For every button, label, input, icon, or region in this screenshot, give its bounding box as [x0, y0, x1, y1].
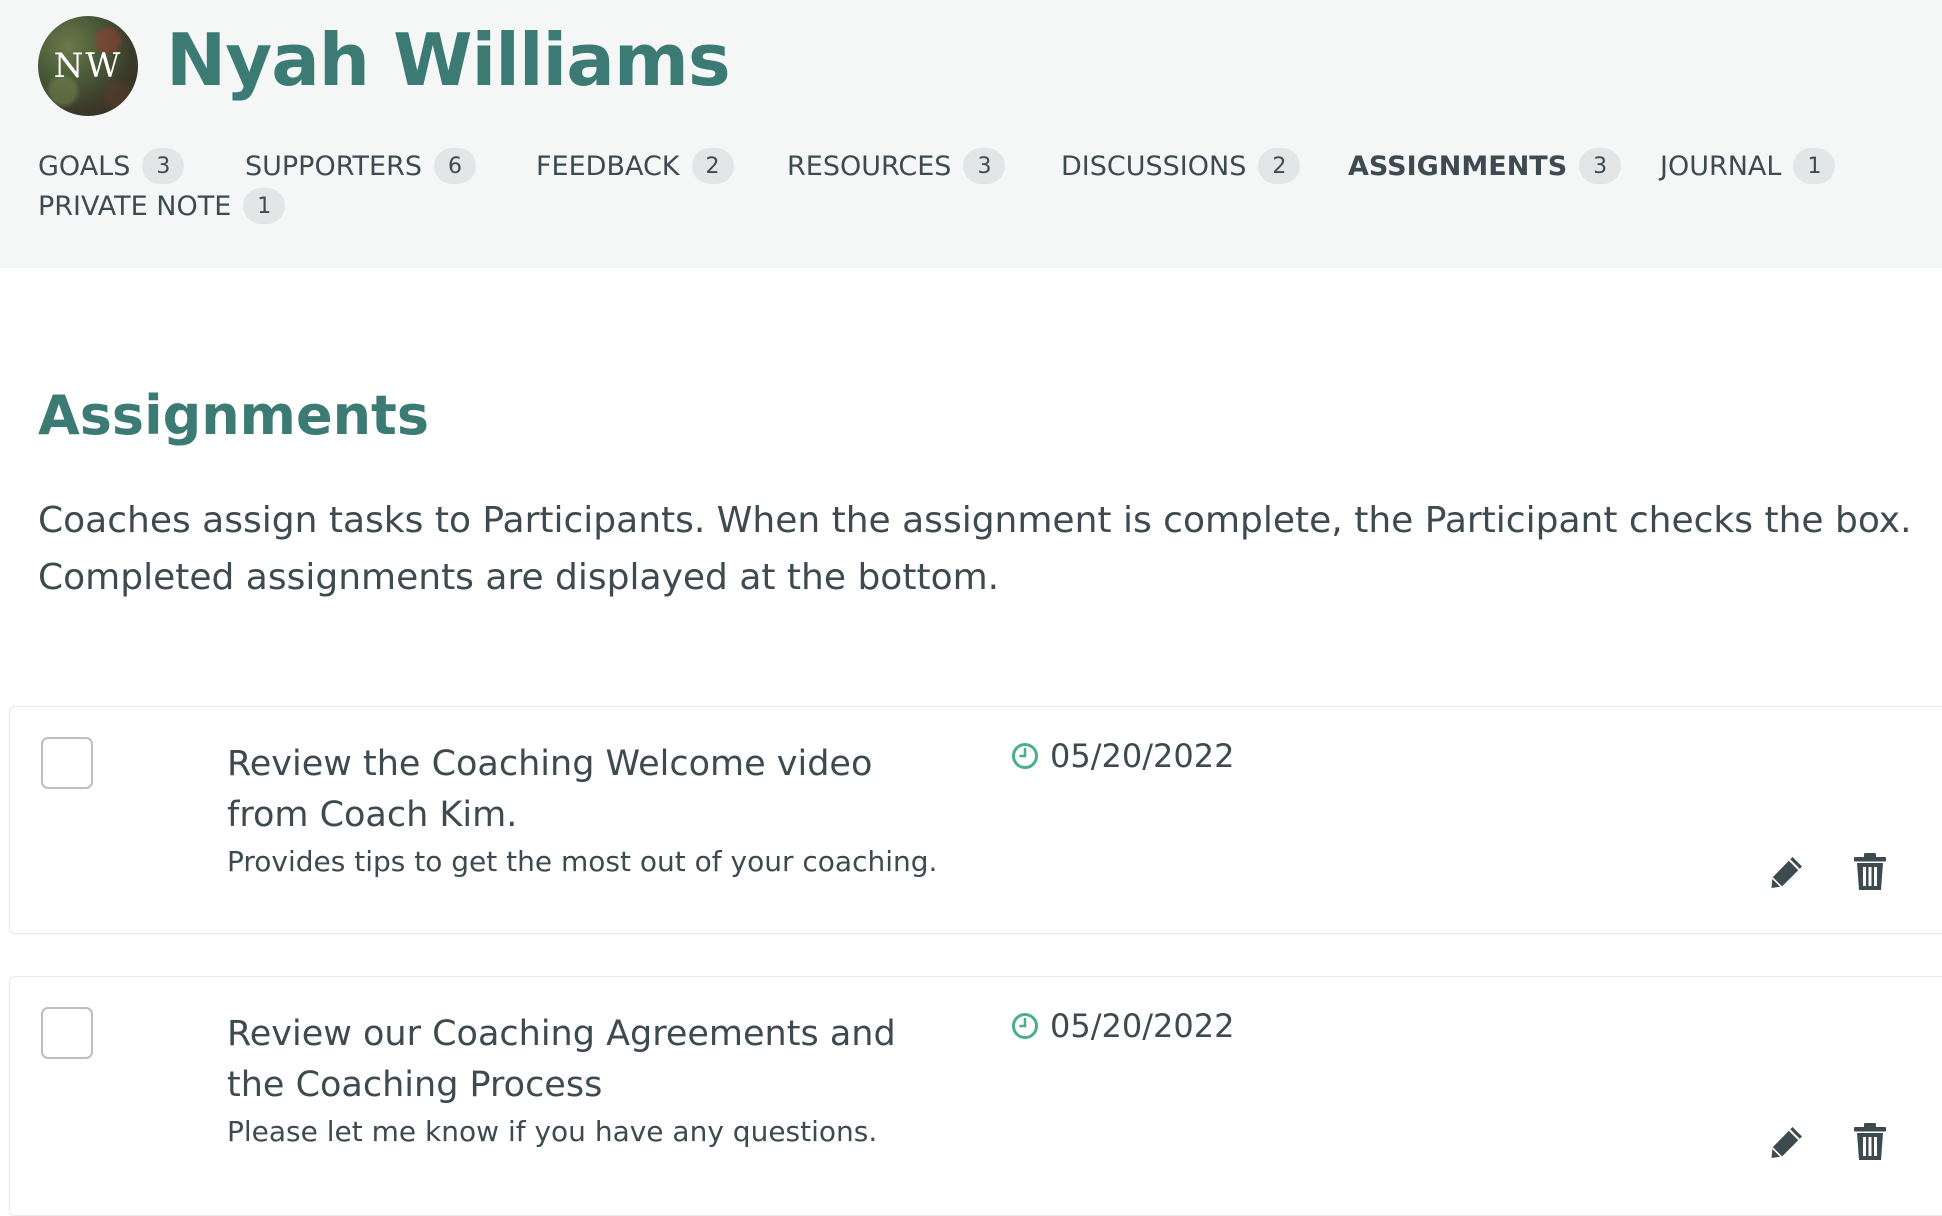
- tab-label: SUPPORTERS: [245, 150, 422, 182]
- tab-resources[interactable]: RESOURCES 3: [787, 146, 1006, 186]
- tab-discussions[interactable]: DISCUSSIONS 2: [1061, 146, 1301, 186]
- count-badge: 6: [433, 148, 476, 184]
- due-date: 05/20/2022: [1010, 1007, 1234, 1045]
- clock-icon: [1010, 1011, 1040, 1041]
- tab-label: GOALS: [38, 150, 131, 182]
- trash-icon[interactable]: [1849, 1121, 1891, 1163]
- page-title: Assignments: [38, 384, 429, 447]
- tab-journal[interactable]: JOURNAL 1: [1660, 146, 1836, 186]
- pencil-icon[interactable]: [1766, 1121, 1808, 1163]
- tabs-row-2: PRIVATE NOTE 1: [38, 186, 1918, 226]
- section-tabs: GOALS 3 SUPPORTERS 6 FEEDBACK 2 RESOURCE…: [38, 146, 1918, 226]
- tab-label: FEEDBACK: [536, 150, 680, 182]
- tab-goals[interactable]: GOALS 3: [38, 146, 185, 186]
- due-date: 05/20/2022: [1010, 737, 1234, 775]
- trash-icon[interactable]: [1849, 851, 1891, 893]
- avatar-initials: NW: [53, 46, 123, 86]
- tab-label: DISCUSSIONS: [1061, 150, 1247, 182]
- count-badge: 1: [243, 188, 286, 224]
- count-badge: 1: [1793, 148, 1836, 184]
- count-badge: 3: [142, 148, 185, 184]
- count-badge: 2: [691, 148, 734, 184]
- count-badge: 3: [963, 148, 1006, 184]
- due-date-text: 05/20/2022: [1050, 1007, 1235, 1045]
- assignment-title: Review our Coaching Agreements and the C…: [227, 1014, 896, 1105]
- complete-checkbox[interactable]: [41, 737, 93, 789]
- due-date-text: 05/20/2022: [1050, 737, 1235, 775]
- count-badge: 2: [1258, 148, 1301, 184]
- tabs-row-1: GOALS 3 SUPPORTERS 6 FEEDBACK 2 RESOURCE…: [38, 146, 1918, 186]
- participant-name: Nyah Williams: [166, 18, 731, 102]
- assignment-description: Provides tips to get the most out of you…: [227, 845, 938, 878]
- tab-label: ASSIGNMENTS: [1348, 150, 1568, 182]
- pencil-icon[interactable]: [1766, 851, 1808, 893]
- clock-icon: [1010, 741, 1040, 771]
- assignment-title: Review the Coaching Welcome video from C…: [227, 744, 873, 835]
- assignment-description: Please let me know if you have any quest…: [227, 1115, 878, 1148]
- profile-header: NW Nyah Williams GOALS 3 SUPPORTERS 6 FE…: [0, 0, 1942, 268]
- tab-private-note[interactable]: PRIVATE NOTE 1: [38, 186, 286, 226]
- page-description: Coaches assign tasks to Participants. Wh…: [38, 500, 1912, 598]
- tab-feedback[interactable]: FEEDBACK 2: [536, 146, 734, 186]
- avatar[interactable]: NW: [38, 16, 138, 116]
- tab-assignments[interactable]: ASSIGNMENTS 3: [1348, 146, 1622, 186]
- count-badge: 3: [1579, 148, 1622, 184]
- tab-supporters[interactable]: SUPPORTERS 6: [245, 146, 476, 186]
- tab-label: JOURNAL: [1660, 150, 1782, 182]
- tab-label: PRIVATE NOTE: [38, 190, 232, 222]
- tab-label: RESOURCES: [787, 150, 952, 182]
- assignment-card: Review the Coaching Welcome video from C…: [9, 706, 1942, 934]
- assignment-card: Review our Coaching Agreements and the C…: [9, 976, 1942, 1216]
- complete-checkbox[interactable]: [41, 1007, 93, 1059]
